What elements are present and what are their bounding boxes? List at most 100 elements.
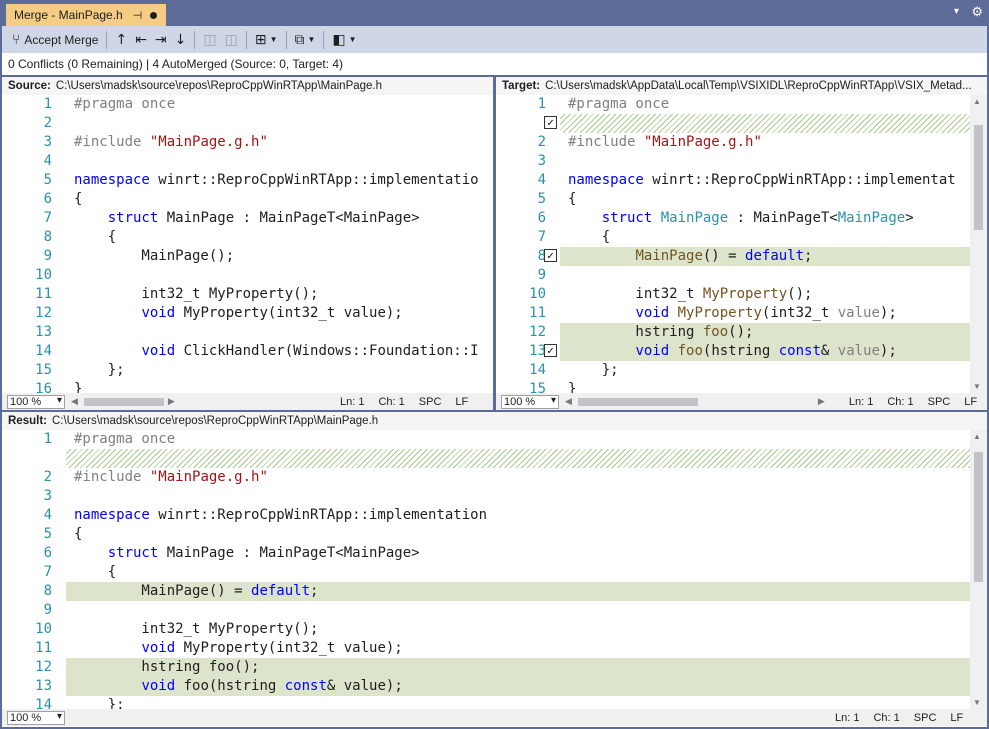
line-number: 12: [35, 305, 52, 321]
source-code-line[interactable]: 14 void ClickHandler(Windows::Foundation…: [2, 342, 493, 361]
line-number: 16: [35, 381, 52, 393]
result-code-line[interactable]: 7 {: [2, 563, 970, 582]
view-layout-dropdown[interactable]: ◧ ▼: [328, 29, 360, 51]
code-text: int32_t MyProperty();: [74, 286, 319, 302]
arrow-down-icon: ↓: [174, 31, 187, 48]
source-code-line[interactable]: 11 int32_t MyProperty();: [2, 285, 493, 304]
pin-icon[interactable]: ⊣: [133, 9, 143, 22]
source-code-line[interactable]: 9 MainPage();: [2, 247, 493, 266]
layout-horizontal-button[interactable]: ◫: [221, 29, 242, 51]
result-code-line[interactable]: 1 #pragma once: [2, 430, 970, 449]
result-code-line[interactable]: 3: [2, 487, 970, 506]
source-code-line[interactable]: 6{: [2, 190, 493, 209]
last-change-button[interactable]: ⇥: [151, 29, 171, 51]
result-editor[interactable]: 1 #pragma once 2 #include "MainPage.g.h" 3 4 n…: [2, 430, 970, 709]
target-code-line[interactable]: 4 namespace winrt::ReproCppWinRTApp::impl…: [496, 171, 970, 190]
result-code-line[interactable]: 4 namespace winrt::ReproCppWinRTApp::impl…: [2, 506, 970, 525]
grid-layout-dropdown[interactable]: ⊞ ▼: [251, 29, 282, 51]
result-code-line[interactable]: 14 };: [2, 696, 970, 709]
source-horizontal-scrollbar[interactable]: [83, 397, 164, 406]
layout-vertical-button[interactable]: ◫: [199, 29, 220, 51]
target-zoom-select[interactable]: 100 %: [501, 394, 559, 409]
scroll-left-icon[interactable]: ◀: [71, 396, 78, 407]
target-code-line[interactable]: 5{: [496, 190, 970, 209]
scroll-up-icon[interactable]: ▲: [973, 97, 981, 106]
next-change-button[interactable]: ↓: [171, 29, 191, 51]
code-text: {: [568, 229, 611, 245]
line-number: 13: [35, 678, 52, 694]
source-code-line[interactable]: 5 namespace winrt::ReproCppWinRTApp::impl…: [2, 171, 493, 190]
previous-change-button[interactable]: ↑: [111, 29, 131, 51]
gear-icon[interactable]: ⚙: [971, 4, 983, 20]
target-horizontal-scrollbar[interactable]: [577, 397, 814, 406]
target-code-line[interactable]: 10 int32_t MyProperty();: [496, 285, 970, 304]
include-change-checkbox[interactable]: ✓: [544, 116, 557, 129]
source-code-line[interactable]: 13: [2, 323, 493, 342]
result-code-line[interactable]: 13 void foo(hstring const& value);: [2, 677, 970, 696]
result-code-line[interactable]: [2, 449, 970, 468]
line-number: 11: [529, 305, 546, 321]
code-text: struct MainPage : MainPageT<MainPage>: [601, 210, 914, 226]
target-code-line[interactable]: 6 struct MainPage : MainPageT<MainPage>: [496, 209, 970, 228]
line-number: 10: [35, 267, 52, 283]
source-editor[interactable]: 1 #pragma once 2 3 #include "MainPage.g.h" 4 5…: [2, 95, 493, 393]
source-code-line[interactable]: 1 #pragma once: [2, 95, 493, 114]
target-code-line[interactable]: 3: [496, 152, 970, 171]
line-number: 14: [35, 697, 52, 709]
target-code-line[interactable]: 13 ✓ void foo(hstring const& value);: [496, 342, 970, 361]
target-editor[interactable]: 1 #pragma once ✓ 2 #include "MainPage.g.h" 3 4…: [496, 95, 970, 393]
scroll-down-icon[interactable]: ▼: [973, 382, 981, 391]
source-zoom-select[interactable]: 100 %: [7, 394, 65, 409]
scroll-left-icon[interactable]: ◀: [565, 396, 572, 407]
scroll-up-icon[interactable]: ▲: [973, 432, 981, 441]
document-tab[interactable]: Merge - MainPage.h ⊣: [6, 4, 166, 26]
target-code-line[interactable]: 11 void MyProperty(int32_t value);: [496, 304, 970, 323]
tab-list-dropdown-icon[interactable]: ▾: [954, 6, 959, 17]
source-code-line[interactable]: 10: [2, 266, 493, 285]
target-code-line[interactable]: 9: [496, 266, 970, 285]
result-code-line[interactable]: 8 MainPage() = default;: [2, 582, 970, 601]
target-code-line[interactable]: ✓: [496, 114, 970, 133]
code-text: {: [568, 191, 577, 207]
scroll-down-icon[interactable]: ▼: [973, 698, 981, 707]
target-code-line[interactable]: 1 #pragma once: [496, 95, 970, 114]
code-text: };: [74, 362, 125, 378]
target-code-line[interactable]: 12 hstring foo();: [496, 323, 970, 342]
result-path: C:\Users\madsk\source\repos\ReproCppWinR…: [51, 415, 379, 427]
source-code-line[interactable]: 12 void MyProperty(int32_t value);: [2, 304, 493, 323]
source-code-line[interactable]: 16}: [2, 380, 493, 393]
result-code-line[interactable]: 10 int32_t MyProperty();: [2, 620, 970, 639]
source-code-line[interactable]: 4: [2, 152, 493, 171]
result-code-line[interactable]: 11 void MyProperty(int32_t value);: [2, 639, 970, 658]
code-text: };: [568, 362, 619, 378]
result-code-line[interactable]: 2 #include "MainPage.g.h": [2, 468, 970, 487]
source-code-line[interactable]: 15 };: [2, 361, 493, 380]
result-zoom-select[interactable]: 100 %: [7, 710, 65, 725]
source-code-line[interactable]: 8 {: [2, 228, 493, 247]
compare-options-dropdown[interactable]: ⧉ ▼: [291, 29, 320, 51]
result-code-line[interactable]: 6 struct MainPage : MainPageT<MainPage>: [2, 544, 970, 563]
target-vertical-scrollbar[interactable]: ▲ ▼: [970, 95, 987, 393]
result-vertical-scrollbar[interactable]: ▲ ▼: [970, 430, 987, 709]
include-change-checkbox[interactable]: ✓: [544, 344, 557, 357]
result-code-line[interactable]: 5{: [2, 525, 970, 544]
source-spc-indicator: SPC: [418, 395, 442, 408]
modified-dot-icon[interactable]: [150, 11, 158, 19]
include-change-checkbox[interactable]: ✓: [544, 249, 557, 262]
line-number: 11: [35, 640, 52, 656]
target-code-line[interactable]: 2 #include "MainPage.g.h": [496, 133, 970, 152]
result-code-line[interactable]: 12 hstring foo();: [2, 658, 970, 677]
target-code-line[interactable]: 8 ✓ MainPage() = default;: [496, 247, 970, 266]
scroll-right-icon[interactable]: ▶: [168, 396, 175, 407]
result-code-line[interactable]: 9: [2, 601, 970, 620]
first-change-button[interactable]: ⇤: [131, 29, 151, 51]
target-code-line[interactable]: 7 {: [496, 228, 970, 247]
target-code-line[interactable]: 14 };: [496, 361, 970, 380]
target-code-line[interactable]: 15}: [496, 380, 970, 393]
accept-merge-button[interactable]: ⑂ Accept Merge: [8, 29, 102, 51]
source-code-line[interactable]: 3 #include "MainPage.g.h": [2, 133, 493, 152]
scroll-right-icon[interactable]: ▶: [818, 396, 825, 407]
source-code-line[interactable]: 7 struct MainPage : MainPageT<MainPage>: [2, 209, 493, 228]
source-code-line[interactable]: 2: [2, 114, 493, 133]
